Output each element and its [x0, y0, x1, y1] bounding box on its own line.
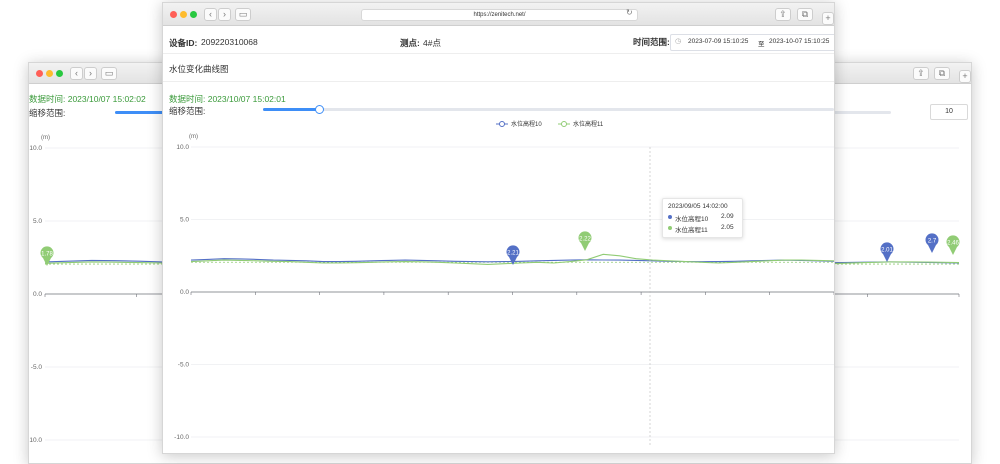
- y-tick-label: -5.0: [178, 362, 190, 369]
- y-tick-label: 10.0: [176, 144, 189, 151]
- chart-tooltip: 2023/09/05 14:02:00 水位高程10 2.09 水位高程11 2…: [662, 198, 743, 238]
- marker-pin: 2.01: [880, 242, 894, 262]
- legend-label: 水位高程10: [511, 120, 542, 128]
- tooltip-row-1-dot: [668, 215, 672, 219]
- tooltip-row-2-value: 2.05: [721, 224, 734, 231]
- tooltip-row-1-name: 水位高程10: [675, 216, 709, 223]
- tooltip-row-2-name: 水位高程11: [675, 227, 708, 234]
- tooltip-time: 2023/09/05 14:02:00: [668, 203, 728, 210]
- legend-symbol: [561, 121, 567, 127]
- legend-label: 水位高程11: [573, 120, 604, 128]
- marker-label: 2.22: [579, 237, 591, 243]
- marker-label: 1.78: [41, 252, 53, 258]
- marker-pin: 2.7: [925, 233, 939, 253]
- y-tick-label: 10.0: [29, 145, 42, 152]
- y-axis-unit: (m): [41, 135, 50, 141]
- y-tick-label: 0.0: [33, 291, 42, 298]
- marker-label: 2.21: [507, 251, 519, 257]
- marker-label: 2.46: [947, 241, 959, 247]
- front-browser-window: ‹ › ▭ https://zenitech.net/ ↻ ⇪ ⧉ + 设备ID…: [162, 2, 835, 454]
- tooltip-row-2-dot: [668, 226, 672, 230]
- y-tick-label: 5.0: [33, 218, 42, 225]
- y-tick-label: -10.0: [174, 434, 189, 441]
- legend-symbol: [499, 121, 505, 127]
- marker-pin: 2.22: [578, 231, 592, 251]
- marker-pin: 2.46: [946, 235, 960, 255]
- y-tick-label: -10.0: [29, 437, 42, 444]
- y-tick-label: 0.0: [180, 289, 189, 296]
- marker-label: 2.01: [881, 248, 893, 254]
- y-tick-label: 5.0: [180, 217, 189, 224]
- y-axis-unit: (m): [189, 134, 198, 140]
- tooltip-row-1-value: 2.09: [721, 213, 734, 220]
- y-tick-label: -5.0: [31, 364, 43, 371]
- marker-label: 2.7: [928, 239, 937, 245]
